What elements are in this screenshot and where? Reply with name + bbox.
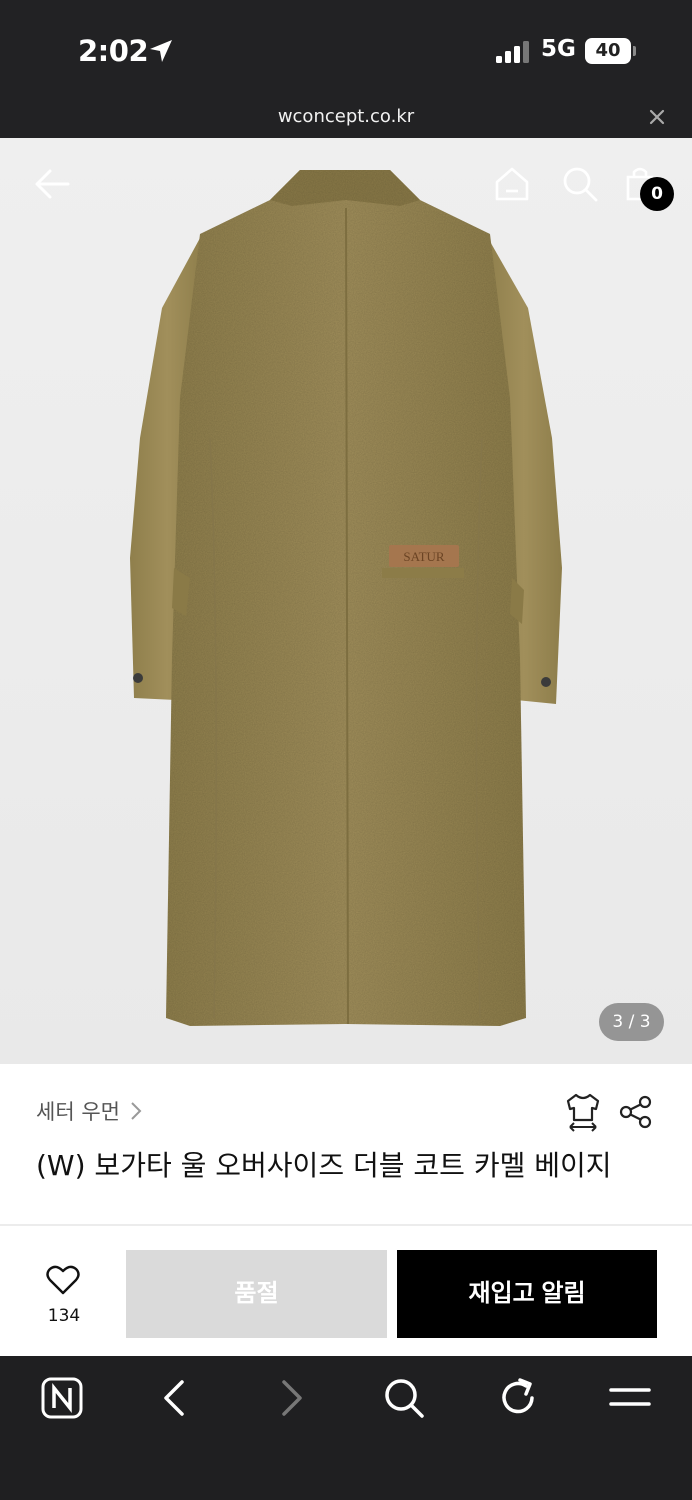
browser-url-bar[interactable]: wconcept.co.kr [0, 100, 692, 138]
coat-image: SATUR [130, 170, 562, 1026]
product-image-gallery[interactable]: SATUR [0, 138, 692, 1064]
back-arrow-icon[interactable] [32, 164, 72, 204]
purchase-action-bar: 134 품절 재입고 알림 [0, 1226, 692, 1356]
browser-forward-icon[interactable] [268, 1376, 312, 1420]
size-fit-icon[interactable] [564, 1092, 602, 1132]
battery-icon: 40 [585, 38, 636, 64]
browser-search-icon[interactable] [382, 1376, 426, 1420]
refresh-icon[interactable] [496, 1376, 540, 1420]
url-text[interactable]: wconcept.co.kr [0, 106, 692, 127]
status-bar: 2:02 5G 40 [0, 0, 692, 100]
product-title: (W) 보가타 울 오버사이즈 더블 코트 카멜 베이지 [36, 1149, 612, 1182]
like-count: 134 [47, 1306, 81, 1326]
network-type: 5G [541, 36, 576, 62]
image-counter: 3 / 3 [599, 1003, 664, 1041]
share-icon[interactable] [618, 1094, 654, 1130]
chevron-right-icon[interactable] [128, 1100, 144, 1122]
cart-count-badge[interactable]: 0 [640, 177, 674, 211]
signal-icon [496, 41, 529, 63]
restock-alert-button[interactable]: 재입고 알림 [397, 1250, 657, 1338]
soldout-button[interactable]: 품절 [126, 1250, 387, 1338]
heart-icon[interactable] [46, 1264, 80, 1296]
home-icon[interactable] [492, 164, 532, 204]
browser-back-icon[interactable] [154, 1376, 198, 1420]
brand-link[interactable]: 세터 우먼 [36, 1096, 120, 1126]
close-icon[interactable] [648, 108, 666, 126]
browser-toolbar [0, 1356, 692, 1500]
menu-icon[interactable] [608, 1376, 652, 1420]
status-time: 2:02 [78, 34, 149, 68]
like-button[interactable]: 134 [36, 1264, 92, 1332]
naver-icon[interactable] [40, 1376, 84, 1420]
brand-leather-label: SATUR [403, 549, 445, 564]
product-info: 세터 우먼 (W) 보가타 울 오버사이즈 더블 코트 카멜 베이지 [0, 1064, 692, 1224]
location-arrow-icon [150, 40, 172, 62]
search-icon[interactable] [560, 164, 600, 204]
